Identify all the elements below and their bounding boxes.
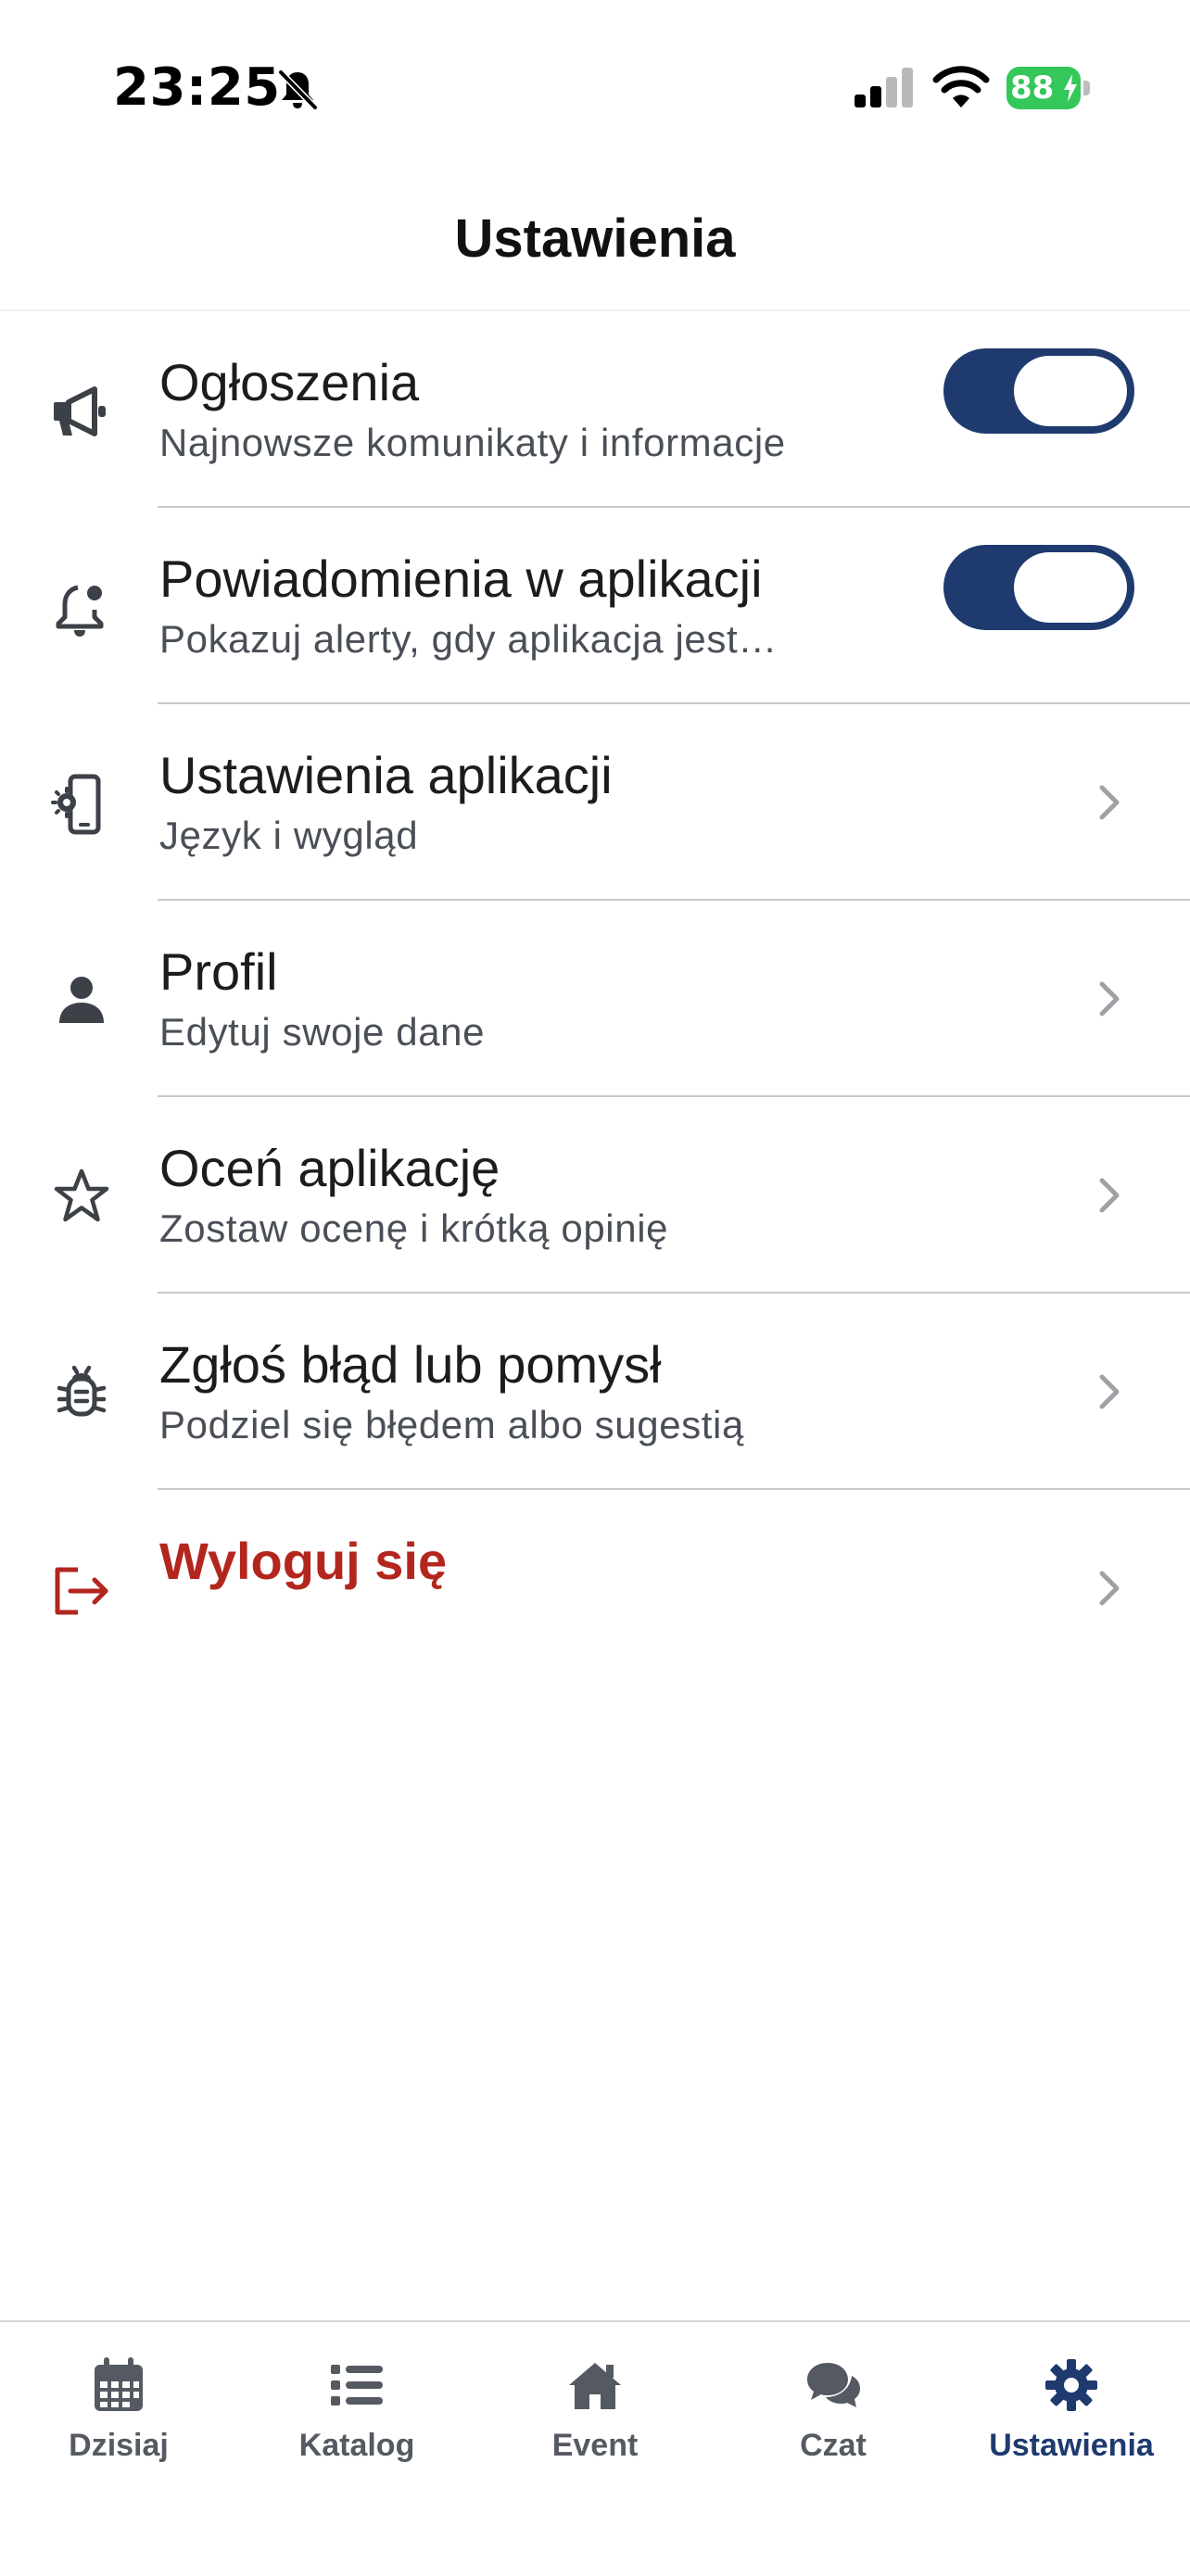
tab-label: Ustawienia <box>989 2428 1154 2463</box>
status-time: 23:25 <box>113 57 281 118</box>
settings-row-announcements[interactable]: Ogłoszenia Najnowsze komunikaty i inform… <box>0 311 1190 508</box>
battery-tip <box>1083 81 1090 95</box>
page-title: Ustawienia <box>454 208 736 269</box>
row-title: Powiadomienia w aplikacji <box>159 549 763 608</box>
tab-label: Event <box>551 2428 639 2463</box>
row-title: Oceń aplikację <box>159 1139 500 1197</box>
charging-bolt-icon <box>1064 74 1077 102</box>
tab-bar: Dzisiaj Katalog Event Czat Ustawienia <box>0 2320 1190 2576</box>
battery-body: 88 <box>1006 67 1081 109</box>
tab-settings[interactable]: Ustawienia <box>953 2355 1190 2485</box>
row-subtitle: Pokazuj alerty, gdy aplikacja jest… <box>159 617 778 661</box>
row-subtitle: Najnowsze komunikaty i informacje <box>159 421 786 464</box>
settings-list: Ogłoszenia Najnowsze komunikaty i inform… <box>0 311 1190 1686</box>
tab-today[interactable]: Dzisiaj <box>0 2355 237 2485</box>
row-title: Ogłoszenia <box>159 353 420 411</box>
chat-icon <box>807 2363 860 2407</box>
chevron-right-icon <box>1099 785 1120 820</box>
bell-off-icon <box>278 69 318 110</box>
tab-chat[interactable]: Czat <box>715 2355 952 2485</box>
row-title: Ustawienia aplikacji <box>159 746 613 804</box>
bug-icon <box>57 1365 107 1417</box>
settings-row-in-app-notifications[interactable]: Powiadomienia w aplikacji Pokazuj alerty… <box>0 508 1190 704</box>
tab-catalog[interactable]: Katalog <box>238 2355 475 2485</box>
chevron-right-icon <box>1099 981 1120 1017</box>
star-icon <box>54 1168 109 1222</box>
chevron-right-icon <box>1099 1178 1120 1213</box>
logout-icon <box>55 1567 108 1615</box>
gear-icon <box>1045 2359 1097 2411</box>
chevron-right-icon <box>1099 1571 1120 1606</box>
wifi-icon <box>932 66 990 107</box>
chevron-right-icon <box>1099 1374 1120 1409</box>
toggle-knob <box>1014 552 1127 623</box>
phone-settings-icon <box>51 774 101 835</box>
announcements-toggle[interactable] <box>943 348 1134 434</box>
row-title: Profil <box>159 942 278 1001</box>
tab-label: Dzisiaj <box>69 2428 169 2463</box>
logout-label: Wyloguj się <box>159 1532 448 1590</box>
toggle-knob <box>1014 356 1127 426</box>
signal-icon <box>855 68 913 107</box>
megaphone-icon <box>54 386 106 436</box>
tab-label: Katalog <box>298 2428 415 2463</box>
settings-row-profile[interactable]: Profil Edytuj swoje dane <box>0 901 1190 1097</box>
battery-percent: 88 <box>1010 69 1055 107</box>
row-subtitle: Język i wygląd <box>159 814 419 857</box>
row-subtitle: Podziel się błędem albo sugestią <box>159 1403 744 1446</box>
row-subtitle: Zostaw ocenę i krótką opinię <box>159 1206 669 1250</box>
tab-label: Czat <box>800 2428 867 2463</box>
tab-event[interactable]: Event <box>476 2355 714 2485</box>
person-icon <box>59 977 104 1023</box>
battery-icon: 88 <box>1006 67 1090 109</box>
settings-row-app-settings[interactable]: Ustawienia aplikacji Język i wygląd <box>0 704 1190 901</box>
home-icon <box>569 2363 621 2409</box>
status-bar: 23:25 88 <box>0 0 1190 176</box>
settings-row-logout[interactable]: Wyloguj się <box>0 1490 1190 1686</box>
settings-row-report-bug[interactable]: Zgłoś błąd lub pomysł Podziel się błędem… <box>0 1294 1190 1490</box>
settings-row-rate-app[interactable]: Oceń aplikację Zostaw ocenę i krótką opi… <box>0 1097 1190 1294</box>
calendar-icon <box>95 2357 143 2411</box>
row-title: Zgłoś błąd lub pomysł <box>159 1335 662 1394</box>
notification-bell-icon <box>56 585 104 637</box>
row-subtitle: Edytuj swoje dane <box>159 1010 486 1054</box>
list-icon <box>331 2365 383 2406</box>
in-app-notifications-toggle[interactable] <box>943 545 1134 630</box>
